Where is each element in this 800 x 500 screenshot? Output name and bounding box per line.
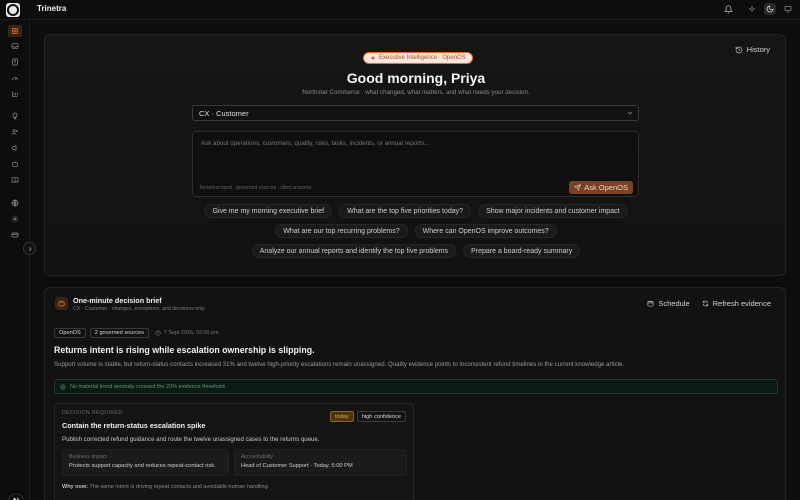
sun-icon[interactable] bbox=[746, 3, 758, 15]
briefcase-icon bbox=[55, 297, 68, 310]
check-circle-icon bbox=[60, 383, 66, 390]
source-tag: OpenOS bbox=[54, 328, 86, 338]
logo-icon[interactable] bbox=[6, 3, 20, 17]
monitor-icon[interactable] bbox=[782, 3, 794, 15]
bulb-icon bbox=[12, 112, 18, 120]
greeting-title: Good morning, Priya bbox=[346, 70, 486, 86]
robot-icon bbox=[12, 161, 18, 167]
book-icon bbox=[11, 177, 19, 183]
confidence-badge: high confidence bbox=[356, 411, 406, 422]
brief-tags: OpenOS 2 governed sources 7 Sept 2026, 0… bbox=[54, 328, 218, 338]
governed-sources-tag: 2 governed sources bbox=[89, 328, 149, 338]
history-label: History bbox=[746, 45, 770, 54]
decision-text: Publish corrected refund guidance and ro… bbox=[62, 436, 320, 443]
bell-icon[interactable] bbox=[722, 3, 734, 15]
top-bar: Trinetra bbox=[0, 0, 800, 20]
suggestion-chip[interactable]: Give me my morning executive brief bbox=[204, 204, 333, 218]
sidebar-item-home[interactable] bbox=[8, 25, 22, 37]
sidebar: N bbox=[0, 20, 30, 500]
business-impact-box: Business impact Protects support capacit… bbox=[62, 449, 229, 476]
gear-icon bbox=[11, 215, 19, 223]
decision-card[interactable]: DECISION REQUIRED Contain the return-sta… bbox=[54, 403, 414, 500]
globe-icon bbox=[11, 199, 19, 207]
business-impact-label: Business impact bbox=[69, 454, 107, 460]
brief-actions: Schedule Refresh evidence bbox=[647, 299, 771, 308]
context-pill: Executive Intelligence · OpenOS bbox=[363, 52, 473, 64]
send-icon bbox=[574, 184, 582, 191]
suggestion-chip[interactable]: Where can OpenOS improve outcomes? bbox=[414, 224, 557, 238]
moon-icon[interactable] bbox=[764, 3, 776, 15]
refresh-icon bbox=[702, 300, 708, 307]
brief-summary: Support volume is stable, but return-sta… bbox=[54, 361, 625, 368]
top-actions bbox=[722, 3, 794, 15]
accountability-box: Accountability Head of Customer Support … bbox=[234, 449, 407, 476]
chevron-right-icon bbox=[28, 246, 32, 251]
ask-placeholder: Ask about operations, customers, quality… bbox=[201, 140, 430, 147]
sparkle-icon bbox=[370, 55, 376, 61]
urgency-badge: today bbox=[330, 411, 354, 422]
decision-label: DECISION REQUIRED bbox=[62, 410, 123, 416]
sidebar-item-performance[interactable] bbox=[8, 72, 22, 84]
ask-input[interactable]: Ask about operations, customers, quality… bbox=[192, 131, 639, 197]
users-icon bbox=[11, 129, 18, 135]
sidebar-item-inbox[interactable] bbox=[8, 40, 22, 52]
clock-icon bbox=[155, 330, 161, 336]
bar-chart-icon bbox=[12, 91, 18, 97]
brief-timestamp: 7 Sept 2026, 02:00 pm bbox=[155, 330, 218, 336]
decision-title: Contain the return-status escalation spi… bbox=[62, 421, 206, 430]
why-now: Why now: The same intent is driving repe… bbox=[62, 484, 270, 490]
history-button[interactable]: History bbox=[735, 45, 770, 54]
sidebar-item-alerts[interactable] bbox=[8, 110, 22, 122]
suggestion-row-1: Give me my morning executive brief What … bbox=[45, 204, 787, 218]
megaphone-icon bbox=[11, 145, 17, 151]
decision-badges: today high confidence bbox=[330, 411, 406, 422]
sidebar-item-announcements[interactable] bbox=[8, 142, 22, 154]
suggestion-row-3: Analyze our annual reports and identify … bbox=[45, 244, 787, 258]
calendar-icon bbox=[647, 300, 654, 307]
domain-select-value: CX · Customer bbox=[199, 109, 249, 118]
suggestion-chip[interactable]: Show major incidents and customer impact bbox=[478, 204, 628, 218]
accountability-label: Accountability bbox=[241, 454, 274, 460]
grid-icon bbox=[12, 28, 18, 34]
sidebar-collapse-button[interactable] bbox=[23, 242, 36, 255]
suggestion-chip[interactable]: What are the top five priorities today? bbox=[339, 204, 472, 218]
brand-name: Trinetra bbox=[37, 4, 67, 13]
suggestion-row-2: What are our top recurring problems? Whe… bbox=[45, 224, 787, 238]
sidebar-item-knowledge[interactable] bbox=[8, 174, 22, 186]
suggestion-chip[interactable]: What are our top recurring problems? bbox=[275, 224, 408, 238]
anomaly-notice: No material trend anomaly crossed the 20… bbox=[54, 379, 778, 394]
greeting-subtitle: Northstar Commerce · what changed, what … bbox=[302, 89, 530, 96]
refresh-evidence-button[interactable]: Refresh evidence bbox=[702, 299, 771, 308]
document-icon bbox=[12, 58, 18, 66]
sidebar-item-automation[interactable] bbox=[8, 158, 22, 170]
schedule-button[interactable]: Schedule bbox=[647, 299, 690, 308]
business-impact-value: Protects support capacity and reduces re… bbox=[69, 463, 216, 469]
suggestion-chip[interactable]: Prepare a board-ready summary bbox=[463, 244, 581, 258]
suggestion-chip[interactable]: Analyze our annual reports and identify … bbox=[251, 244, 457, 258]
brief-subtitle: CX · Customer · changes, exceptions, and… bbox=[73, 306, 205, 312]
sidebar-item-people[interactable] bbox=[8, 126, 22, 138]
inbox-icon bbox=[11, 43, 19, 49]
sidebar-item-integrations[interactable] bbox=[8, 197, 22, 209]
ask-footer: Tenant-scoped · governed sources · cited… bbox=[199, 185, 312, 191]
brief-title: One-minute decision brief bbox=[73, 296, 162, 305]
decision-brief-card: One-minute decision brief CX · Customer … bbox=[44, 287, 786, 500]
app-root: Trinetra History Executive Intelligence … bbox=[0, 0, 800, 500]
gauge-icon bbox=[12, 77, 18, 81]
sidebar-item-billing[interactable] bbox=[8, 229, 22, 241]
ask-openos-button[interactable]: Ask OpenOS bbox=[569, 181, 633, 194]
history-icon bbox=[735, 46, 742, 53]
sidebar-item-analytics[interactable] bbox=[8, 88, 22, 100]
user-avatar[interactable]: N bbox=[8, 493, 24, 500]
brief-headline: Returns intent is rising while escalatio… bbox=[54, 345, 315, 355]
chevron-down-icon bbox=[627, 111, 633, 115]
ask-panel: History Executive Intelligence · OpenOS … bbox=[44, 34, 786, 276]
domain-select[interactable]: CX · Customer bbox=[192, 105, 639, 121]
accountability-value: Head of Customer Support · Today, 5:00 P… bbox=[241, 463, 353, 469]
sidebar-item-settings[interactable] bbox=[8, 213, 22, 225]
card-icon bbox=[11, 232, 19, 238]
sidebar-item-documents[interactable] bbox=[8, 56, 22, 68]
